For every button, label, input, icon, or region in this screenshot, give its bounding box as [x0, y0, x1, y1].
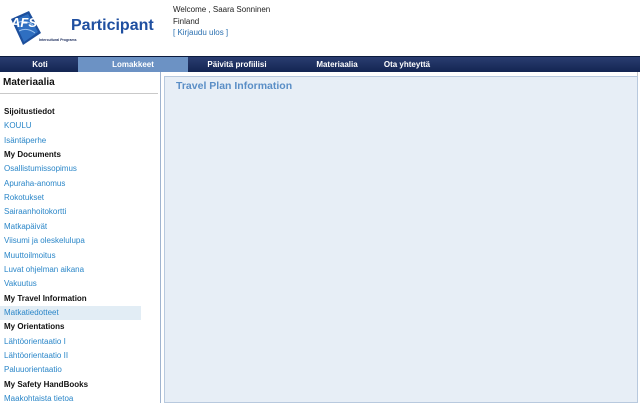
user-country: Finland — [173, 16, 200, 26]
sidebar-item-rokotukset[interactable]: Rokotukset — [0, 191, 141, 205]
logout-link[interactable]: [ Kirjaudu ulos ] — [173, 27, 270, 39]
sidebar-item-matkapaivat[interactable]: Matkapäivät — [0, 220, 141, 234]
nav-paivita-profiilisi[interactable]: Päivitä profiilisi — [188, 57, 286, 72]
sidebar-item-lahtoorientaatio-i[interactable]: Lähtöorientaatio I — [0, 335, 141, 349]
page-title: Travel Plan Information — [176, 80, 293, 92]
sidebar-item-lahtoorientaatio-ii[interactable]: Lähtöorientaatio II — [0, 349, 141, 363]
sidebar-item-viisumi-ja-oleskelulupa[interactable]: Viisumi ja oleskelulupa — [0, 234, 141, 248]
sidebar-heading-my-orientations: My Orientations — [4, 322, 65, 332]
sidebar-item-paluuorientaatio[interactable]: Paluuorientaatio — [0, 363, 141, 377]
sidebar-item-muuttoilmoitus[interactable]: Muuttoilmoitus — [0, 249, 141, 263]
sidebar-item-matkatiedotteet[interactable]: Matkatiedotteet — [0, 305, 141, 320]
nav-koti[interactable]: Koti — [0, 57, 80, 72]
logo-subtitle: Intercultural Programs — [39, 38, 77, 42]
welcome-text: Welcome , Saara Sonninen — [173, 5, 271, 14]
sidebar-heading-sijoitustiedot: Sijoitustiedot — [4, 107, 55, 116]
sidebar-item-osallistumissopimus[interactable]: Osallistumissopimus — [0, 162, 141, 176]
nav-materiaalia[interactable]: Materiaalia — [305, 57, 369, 72]
sidebar-item-vakuutus[interactable]: Vakuutus — [0, 277, 141, 291]
welcome-block: Welcome , Saara Sonninen Finland [ Kirja… — [173, 4, 270, 39]
sidebar-heading-my-documents: My Documents — [4, 150, 61, 160]
nav-lomakkeet[interactable]: Lomakkeet — [78, 57, 188, 72]
sidebar: Materiaalia Sijoitustiedot KOULU Isäntäper… — [0, 72, 160, 403]
sidebar-heading-my-safety-handbooks: My Safety HandBooks — [4, 379, 89, 389]
content-panel: Travel Plan Information — [164, 76, 638, 403]
sidebar-item-sairaanhoitokortti[interactable]: Sairaanhoitokortti — [0, 205, 141, 219]
sidebar-item-luvat-ohjelman-aikana[interactable]: Luvat ohjelman aikana — [0, 263, 141, 277]
sidebar-item-koulu[interactable]: KOULU — [0, 119, 141, 133]
sidebar-item-apuraha-anomus[interactable]: Apuraha-anomus — [0, 177, 141, 191]
logo-badge: AFS — [10, 15, 37, 30]
header: AFS Intercultural Programs Participant W… — [0, 0, 640, 56]
main-nav: Koti Lomakkeet Päivitä profiilisi Materi… — [0, 56, 640, 72]
logo-text: Participant — [71, 17, 154, 34]
nav-ota-yhteytta[interactable]: Ota yhteyttä — [372, 57, 442, 72]
afs-participant-logo[interactable]: AFS Intercultural Programs Participant — [5, 5, 160, 53]
sidebar-item-maakohtaista-tietoa[interactable]: Maakohtaista tietoa — [0, 392, 141, 403]
sidebar-divider — [0, 93, 158, 94]
content-frame: Travel Plan Information — [160, 72, 638, 403]
sidebar-item-isantaperhe[interactable]: Isäntäperhe — [0, 134, 141, 148]
sidebar-title: Materiaalia — [3, 77, 55, 88]
sidebar-heading-my-travel-information: My Travel Information — [4, 293, 87, 303]
